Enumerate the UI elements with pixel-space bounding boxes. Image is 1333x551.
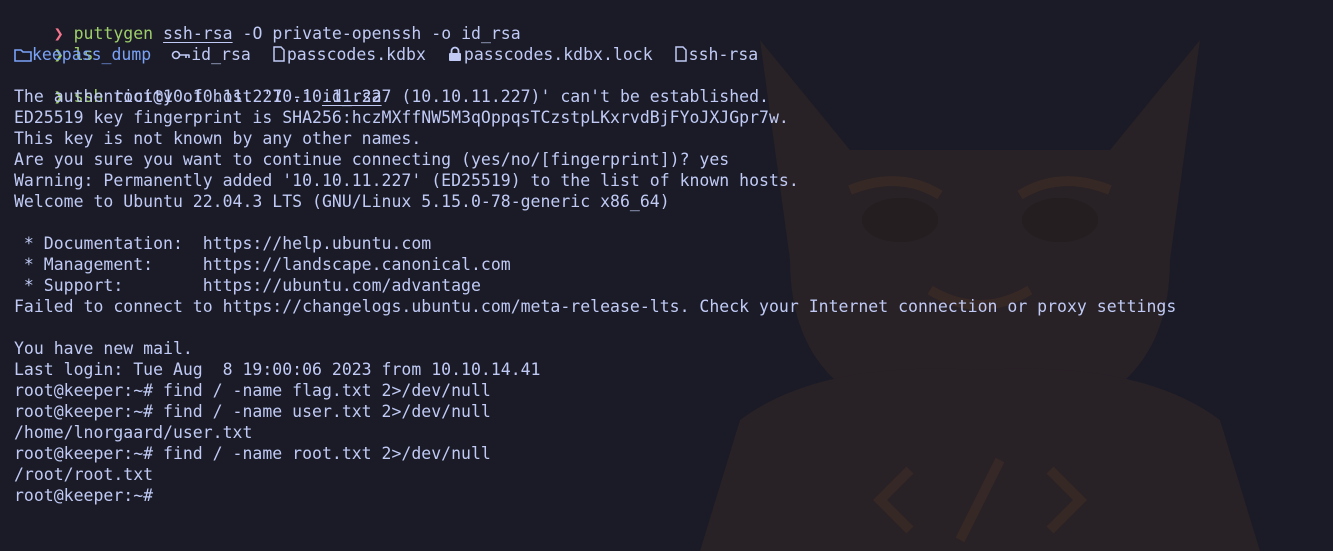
terminal-output[interactable]: ❯ puttygen ssh-rsa -O private-openssh -o… — [14, 2, 1333, 506]
ls-output: keepass_dump id_rsa passcodes.kdbx passcode… — [14, 44, 1333, 65]
ls-item-label: passcodes.kdbx — [286, 45, 426, 64]
ls-item-label: passcodes.kdbx.lock — [463, 45, 653, 64]
shell-command-line: root@keeper:~# find / -name root.txt 2>/… — [14, 444, 491, 463]
output-line: The authenticity of host '10.10.11.227 (… — [14, 87, 769, 106]
output-line: This key is not known by any other names… — [14, 129, 422, 148]
command-line-ls: ❯ ls — [14, 23, 1333, 64]
shell-command-line: root@keeper:~# find / -name flag.txt 2>/… — [14, 381, 491, 400]
ls-item-passcodes-kdbx: passcodes.kdbx — [271, 45, 426, 64]
shell-prompt[interactable]: root@keeper:~# — [14, 485, 1333, 506]
output-line: ED25519 key fingerprint is SHA256:hczMXf… — [14, 108, 789, 127]
output-line: /home/lnorgaard/user.txt — [14, 423, 253, 442]
output-line: Warning: Permanently added '10.10.11.227… — [14, 171, 799, 190]
output-line: Last login: Tue Aug 8 19:00:06 2023 from… — [14, 360, 541, 379]
output-line: Welcome to Ubuntu 22.04.3 LTS (GNU/Linux… — [14, 192, 670, 211]
folder-icon — [14, 49, 32, 62]
lock-icon — [448, 46, 461, 61]
output-line: * Support: https://ubuntu.com/advantage — [14, 276, 481, 295]
file-icon — [273, 46, 285, 62]
key-icon — [171, 50, 191, 60]
command-line-puttygen: ❯ puttygen ssh-rsa -O private-openssh -o… — [14, 2, 1333, 43]
output-line: /root/root.txt — [14, 465, 154, 484]
file-icon — [674, 46, 687, 62]
output-line: * Documentation: https://help.ubuntu.com — [14, 234, 432, 253]
ls-item-keepass-dump: keepass_dump — [14, 45, 151, 64]
ls-item-label: keepass_dump — [32, 45, 152, 64]
output-line: You have new mail. — [14, 339, 193, 358]
output-line: Are you sure you want to continue connec… — [14, 150, 730, 169]
output-line: Failed to connect to https://changelogs.… — [14, 297, 1177, 316]
command-line-ssh: ❯ ssh root@10.10.11.227 -i id_rsa — [14, 65, 1333, 106]
ls-item-label: id_rsa — [191, 45, 251, 64]
ls-item-id-rsa: id_rsa — [171, 45, 251, 64]
shell-command-line: root@keeper:~# find / -name user.txt 2>/… — [14, 402, 491, 421]
ls-item-passcodes-kdbx-lock: passcodes.kdbx.lock — [446, 45, 653, 64]
ls-item-ssh-rsa: ssh-rsa — [673, 45, 759, 64]
output-line: * Management: https://landscape.canonica… — [14, 255, 511, 274]
ls-item-label: ssh-rsa — [688, 45, 759, 64]
